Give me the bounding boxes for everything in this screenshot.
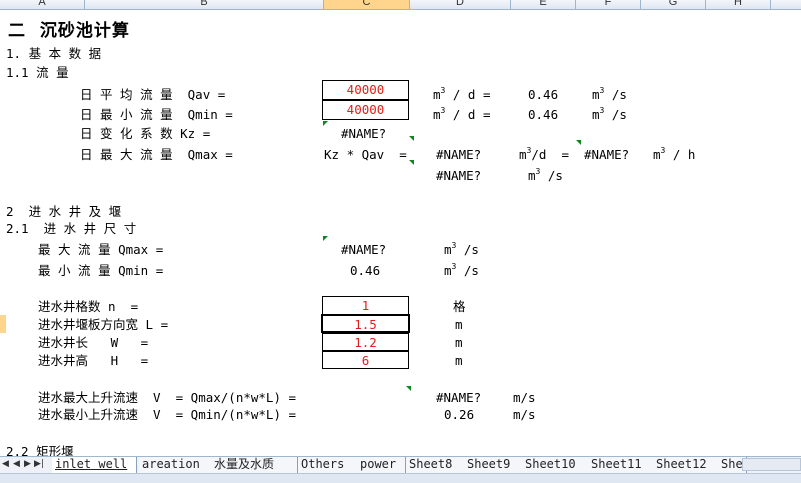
vmax-label: 进水最大上升流速 V = Qmax/(n*w*L) = xyxy=(38,390,297,405)
page-title: 二 沉砂池计算 xyxy=(8,21,130,41)
qav-unit: m3 / d = xyxy=(433,86,491,102)
w-qmin-unit: m3 /s xyxy=(444,262,479,278)
column-header-b[interactable]: B xyxy=(85,0,324,9)
kz-value: #NAME? xyxy=(341,126,387,141)
w-qmin-value: 0.46 xyxy=(350,263,381,278)
cell-comment-marker xyxy=(406,386,411,391)
column-header-a[interactable]: A xyxy=(0,0,85,9)
worksheet-grid[interactable]: 二 沉砂池计算 1. 基 本 数 据 1.1 流 量 日 平 均 流 量 Qav… xyxy=(0,10,801,456)
section-flow: 1.1 流 量 xyxy=(6,65,69,80)
qmax-unit-h: m3 / h xyxy=(653,146,696,162)
qmax-value-d: #NAME? xyxy=(436,147,482,162)
last-sheet-icon[interactable]: ▶| xyxy=(34,459,44,469)
vmin-value: 0.26 xyxy=(444,407,475,422)
tab-power[interactable]: power xyxy=(357,457,406,473)
section-rect-weir: 2.2 矩形堰 xyxy=(6,444,74,456)
column-header-d[interactable]: D xyxy=(410,0,511,9)
tab-sheet11[interactable]: Sheet11 xyxy=(588,457,655,473)
tab-sheet8[interactable]: Sheet8 xyxy=(406,457,465,473)
sheet-tab-bar: ◀ ◀ ▶ ▶| inlet well areation 水量及水质 Other… xyxy=(0,456,801,475)
prev-sheet-icon[interactable]: ◀ xyxy=(13,459,20,469)
vmin-unit: m/s xyxy=(513,407,536,422)
qmin-unit: m3 / d = xyxy=(433,106,491,122)
qmin-label: 日 最 小 流 量 Qmin = xyxy=(80,107,233,122)
qmax-label: 日 最 大 流 量 Qmax = xyxy=(80,147,233,162)
next-sheet-icon[interactable]: ▶ xyxy=(24,459,31,469)
qav-ms-value: 0.46 xyxy=(528,87,559,102)
w-qmin-label: 最 小 流 量 Qmin = xyxy=(38,263,164,278)
qmin-ms-value: 0.46 xyxy=(528,107,559,122)
column-header-f[interactable]: F xyxy=(576,0,641,9)
qav-label: 日 平 均 流 量 Qav = xyxy=(80,87,226,102)
kz-label: 日 变 化 系 数 Kz = xyxy=(80,126,211,141)
cell-comment-marker xyxy=(323,236,328,241)
cell-comment-marker xyxy=(409,160,414,165)
qmax-formula: Kz * Qav = xyxy=(324,147,407,162)
tab-areation[interactable]: areation xyxy=(139,457,212,473)
section-inlet-size: 2.1 进 水 井 尺 寸 xyxy=(6,221,137,236)
W-label: 进水井长 W = xyxy=(38,335,149,350)
cell-comment-marker xyxy=(409,136,414,141)
qav-input-cell[interactable]: 40000 xyxy=(322,80,409,100)
vmax-value: #NAME? xyxy=(436,390,482,405)
tab-sheet12[interactable]: Sheet12 xyxy=(653,457,720,473)
n-label: 进水井格数 n = xyxy=(38,299,139,314)
tab-sheet10[interactable]: Sheet10 xyxy=(522,457,589,473)
column-header-c[interactable]: C xyxy=(324,0,410,9)
qmax-unit-d: m3/d = xyxy=(519,146,569,162)
cell-comment-marker xyxy=(323,121,328,126)
qmin-ms-unit: m3 /s xyxy=(592,106,627,122)
vmin-label: 进水最小上升流速 V = Qmin/(n*w*L) = xyxy=(38,407,297,422)
H-input-cell[interactable]: 6 xyxy=(322,351,409,369)
column-header-g[interactable]: G xyxy=(641,0,706,9)
column-header-h[interactable]: H xyxy=(706,0,771,9)
column-header-bar: A B C D E F G H xyxy=(0,0,801,10)
W-unit: m xyxy=(455,335,463,350)
horizontal-scrollbar[interactable] xyxy=(742,458,801,471)
L-input-cell-selected[interactable]: 1.5 xyxy=(321,314,410,333)
n-unit: 格 xyxy=(453,299,466,314)
qmax-value-s: #NAME? xyxy=(436,168,482,183)
H-label: 进水井高 H = xyxy=(38,353,149,368)
w-qmax-label: 最 大 流 量 Qmax = xyxy=(38,242,164,257)
section-basic-data: 1. 基 本 数 据 xyxy=(6,46,102,61)
tab-water-quality[interactable]: 水量及水质 xyxy=(211,457,298,473)
qmax-value-h: #NAME? xyxy=(584,147,630,162)
cell-comment-marker xyxy=(576,140,581,145)
section-inlet-well: 2 进 水 井 及 堰 xyxy=(6,204,122,219)
qmax-unit-s: m3 /s xyxy=(528,167,563,183)
n-input-cell[interactable]: 1 xyxy=(322,296,409,315)
column-header-e[interactable]: E xyxy=(511,0,576,9)
L-label: 进水井堰板方向宽 L = xyxy=(38,317,169,332)
row-selection-indicator xyxy=(0,315,6,333)
w-qmax-unit: m3 /s xyxy=(444,241,479,257)
qav-ms-unit: m3 /s xyxy=(592,86,627,102)
tab-sheet9[interactable]: Sheet9 xyxy=(464,457,523,473)
H-unit: m xyxy=(455,353,463,368)
tab-others[interactable]: Others xyxy=(298,457,359,473)
first-sheet-icon[interactable]: ◀ xyxy=(2,459,9,469)
w-qmax-value: #NAME? xyxy=(341,242,387,257)
qmin-input-cell[interactable]: 40000 xyxy=(322,100,409,120)
vmax-unit: m/s xyxy=(513,390,536,405)
W-input-cell[interactable]: 1.2 xyxy=(322,333,409,351)
L-unit: m xyxy=(455,317,463,332)
